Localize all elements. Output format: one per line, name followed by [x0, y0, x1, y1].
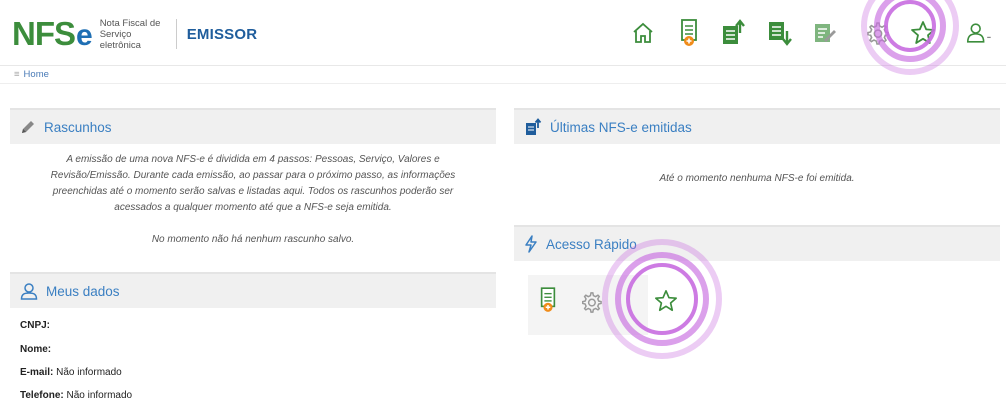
acesso-rapido-title: Acesso Rápido [546, 236, 637, 252]
email-label: E-mail: [20, 367, 54, 378]
gear-icon [867, 22, 889, 45]
logo-subtitle: Nota Fiscal de Serviço eletrônica [99, 17, 161, 51]
ultimas-nfse-title: Últimas NFS-e emitidas [550, 119, 692, 135]
header: NFSe Nota Fiscal de Serviço eletrônica E… [0, 0, 1006, 75]
acesso-rapido-panel: Acesso Rápido [514, 225, 1000, 359]
favorites-button[interactable] [908, 18, 938, 48]
edit-document-icon [815, 24, 836, 42]
cnpj-row: CNPJ: [20, 320, 50, 331]
rascunhos-title: Rascunhos [44, 119, 112, 135]
rascunhos-header: Rascunhos [10, 108, 496, 144]
meus-dados-panel: Meus dados CNPJ: Nome: E-mail: Não infor… [10, 272, 496, 419]
telefone-value: Não informado [66, 390, 133, 401]
settings-button[interactable] [862, 18, 892, 48]
quick-new-invoice-button[interactable] [538, 287, 558, 318]
ultimas-nfse-panel: Últimas NFS-e emitidas Até o momento nen… [514, 108, 1000, 218]
new-invoice-icon [540, 287, 556, 312]
upload-document-icon [524, 118, 542, 136]
quick-favorites-button[interactable] [654, 289, 678, 318]
breadcrumb-home[interactable]: Home [24, 69, 49, 80]
logo-wordmark: NFSe [12, 15, 93, 52]
user-icon [966, 23, 991, 43]
upload-document-button[interactable] [718, 18, 748, 48]
nfse-logo[interactable]: NFSe Nota Fiscal de Serviço eletrônica E… [12, 15, 258, 52]
home-button[interactable] [628, 18, 658, 48]
nome-row: Nome: [20, 344, 51, 355]
logo-divider [175, 19, 177, 49]
upload-document-icon [723, 19, 745, 44]
gear-icon [582, 292, 602, 313]
home-icon [633, 22, 653, 43]
menu-icon: ≡ [14, 69, 20, 80]
email-value: Não informado [56, 367, 122, 378]
email-row: E-mail: Não informado [20, 367, 122, 378]
pencil-icon [20, 119, 36, 135]
edit-document-button[interactable] [810, 18, 840, 48]
breadcrumb: ≡ Home [0, 66, 1006, 84]
quick-settings-button[interactable] [580, 291, 602, 318]
rascunhos-panel: Rascunhos A emissão de uma nova NFS-e é … [10, 108, 496, 268]
user-menu-button[interactable] [966, 18, 996, 48]
star-icon [911, 21, 935, 44]
meus-dados-title: Meus dados [46, 283, 120, 299]
telefone-row: Telefone: Não informado [20, 390, 132, 401]
telefone-label: Telefone: [20, 390, 64, 401]
meus-dados-header: Meus dados [10, 272, 496, 308]
ultimas-empty-message: Até o momento nenhuma NFS-e foi emitida. [659, 173, 855, 184]
download-document-icon [769, 22, 792, 46]
nome-label: Nome: [20, 344, 52, 355]
user-outline-icon [20, 282, 38, 300]
rascunhos-empty-message: No momento não há nenhum rascunho salvo. [151, 234, 355, 245]
lightning-icon [524, 235, 538, 253]
quick-access-bar [528, 275, 677, 335]
new-invoice-button[interactable] [674, 18, 704, 48]
new-invoice-icon [681, 19, 697, 46]
download-document-button[interactable] [764, 18, 794, 48]
rascunhos-description: A emissão de uma nova NFS-e é dividida e… [50, 154, 456, 213]
acesso-rapido-header: Acesso Rápido [514, 225, 1000, 261]
ultimas-nfse-header: Últimas NFS-e emitidas [514, 108, 1000, 144]
star-icon [655, 290, 677, 312]
cnpj-label: CNPJ: [20, 320, 51, 331]
app-name: EMISSOR [186, 25, 258, 43]
